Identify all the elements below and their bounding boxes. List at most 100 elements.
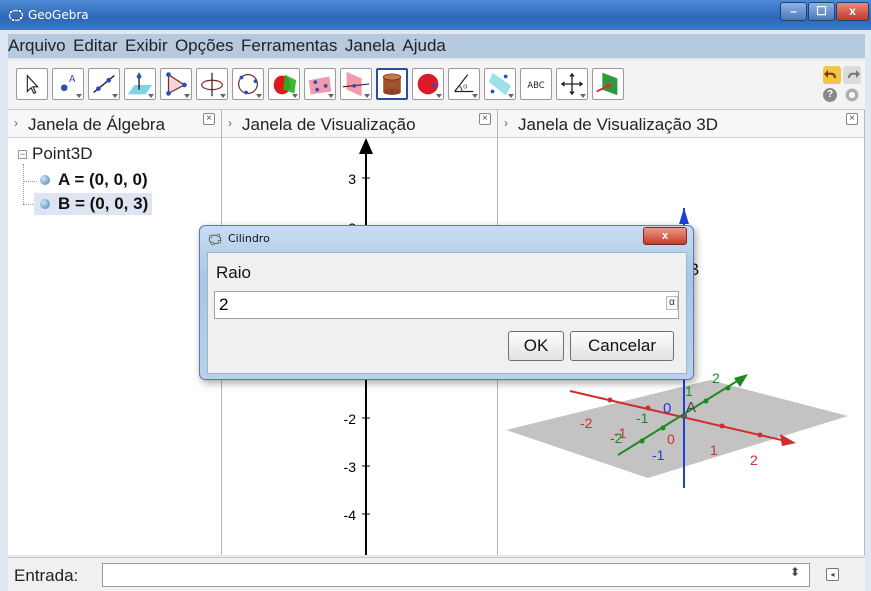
graphics-3d-view-title: Janela de Visualização 3D	[518, 115, 719, 134]
window-title: GeoGebra	[28, 8, 89, 22]
minimize-button[interactable]: –	[780, 2, 807, 21]
dialog-close-button[interactable]: x	[643, 227, 687, 245]
tool-perpendicular[interactable]	[124, 68, 156, 100]
tool-rotate-view[interactable]	[592, 68, 624, 100]
folder-label: Point3D	[32, 144, 93, 163]
redo-icon[interactable]	[843, 66, 861, 84]
close-icon[interactable]: ×	[203, 113, 215, 125]
y-tick-point	[639, 438, 645, 444]
help-icon[interactable]: ?	[823, 88, 837, 102]
move-arrow-icon	[26, 74, 39, 95]
x-tick-point	[757, 432, 763, 438]
x-tick-point	[607, 397, 613, 403]
window-close-button[interactable]: x	[836, 2, 869, 21]
geogebra-logo-icon	[8, 9, 24, 22]
tool-point[interactable]: A	[52, 68, 84, 100]
input-help-icon[interactable]: ◂	[826, 568, 839, 581]
tool-move[interactable]	[16, 68, 48, 100]
y-tick-label: 1	[685, 383, 693, 399]
tool-plane[interactable]	[340, 68, 372, 100]
x-tick-label: 0	[667, 431, 675, 447]
x-axis-arrow-icon	[780, 434, 796, 446]
y-tick-label: -2	[610, 430, 623, 446]
dialog-title: Cilindro	[228, 232, 270, 245]
graphics-view-title: Janela de Visualização	[242, 115, 416, 134]
y-tick-point	[703, 398, 709, 404]
radius-input[interactable]: 2	[214, 291, 679, 319]
cylinder-dialog: Cilindro x Raio 2 α OK Cancelar	[199, 225, 694, 380]
input-history-icon[interactable]: ⬍	[790, 565, 800, 579]
y-axis-arrow-icon	[734, 374, 748, 387]
menu-bar: Arquivo Editar Exibir Opções Ferramentas…	[8, 34, 865, 58]
text-icon: ABC	[527, 80, 544, 90]
chevron-right-icon: ›	[14, 116, 18, 130]
menu-exibir[interactable]: Exibir	[125, 34, 171, 58]
svg-text:ABC: ABC	[527, 80, 544, 90]
menu-editar[interactable]: Editar	[73, 34, 120, 58]
menu-ajuda[interactable]: Ajuda	[402, 34, 448, 58]
y-tick-point	[725, 385, 731, 391]
tool-circle-axis[interactable]	[196, 68, 228, 100]
tool-polygon[interactable]	[160, 68, 192, 100]
algebra-item-point-b[interactable]: B = (0, 0, 3)	[34, 193, 153, 215]
tool-circle-three-points[interactable]	[232, 68, 264, 100]
algebra-view-header[interactable]: › Janela de Álgebra ×	[8, 110, 221, 138]
y-tick-label: 3	[348, 171, 356, 187]
window-titlebar[interactable]: GeoGebra – ☐ x	[0, 0, 871, 30]
visibility-toggle-icon[interactable]	[40, 175, 50, 185]
z-tick-label: -1	[652, 447, 665, 463]
menu-ferramentas[interactable]: Ferramentas	[241, 34, 340, 58]
settings-gear-icon[interactable]	[845, 88, 859, 102]
chevron-right-icon: ›	[228, 116, 232, 130]
x-tick-label: 1	[710, 442, 718, 458]
algebra-item-label: A = (0, 0, 0)	[58, 170, 148, 189]
tool-move-view[interactable]	[556, 68, 588, 100]
y-tick-point	[660, 425, 666, 431]
dialog-body: Raio 2 α OK Cancelar	[207, 252, 687, 374]
y-tick-label: 2	[712, 370, 720, 386]
y-tick-label: -2	[344, 411, 357, 427]
xy-plane	[506, 380, 848, 478]
toolbar: A α ABC ?	[8, 60, 865, 110]
tool-sphere[interactable]	[412, 68, 444, 100]
menu-arquivo[interactable]: Arquivo	[8, 34, 69, 58]
z-axis-arrow-icon	[679, 208, 689, 224]
algebra-folder-point3d[interactable]: − Point3D	[18, 144, 92, 164]
tool-cylinder[interactable]	[376, 68, 408, 100]
menu-opcoes[interactable]: Opções	[175, 34, 237, 58]
cancel-button[interactable]: Cancelar	[570, 331, 674, 361]
tool-text[interactable]: ABC	[520, 68, 552, 100]
cylinder-icon	[382, 73, 402, 95]
input-bar: Entrada: ⬍ ◂	[8, 557, 865, 591]
graphics-3d-view-header[interactable]: › Janela de Visualização 3D ×	[498, 110, 864, 138]
tool-intersect-surfaces[interactable]	[268, 68, 300, 100]
x-tick-point	[719, 423, 725, 429]
command-input[interactable]	[102, 563, 810, 587]
symbol-keyboard-button[interactable]: α	[666, 296, 678, 310]
x-tick-label: 2	[750, 452, 758, 468]
algebra-view-title: Janela de Álgebra	[28, 115, 166, 134]
y-tick-label: -1	[636, 410, 649, 426]
tool-line[interactable]	[88, 68, 120, 100]
y-tick-label: -3	[344, 459, 357, 475]
close-icon[interactable]: ×	[479, 113, 491, 125]
close-icon[interactable]: ×	[846, 113, 858, 125]
rotate-view-icon	[596, 72, 618, 96]
ok-button[interactable]: OK	[508, 331, 564, 361]
tool-reflect[interactable]	[484, 68, 516, 100]
radius-label: Raio	[216, 263, 251, 282]
y-tick-label: -4	[344, 507, 357, 523]
x-tick-label: -2	[580, 415, 593, 431]
y-axis-arrow-icon	[359, 138, 373, 154]
maximize-button[interactable]: ☐	[808, 2, 835, 21]
algebra-item-point-a[interactable]: A = (0, 0, 0)	[34, 169, 152, 191]
undo-icon[interactable]	[823, 66, 841, 84]
graphics-view-header[interactable]: › Janela de Visualização ×	[222, 110, 497, 138]
collapse-icon[interactable]: −	[18, 150, 27, 159]
geogebra-logo-icon	[208, 233, 222, 245]
menu-janela[interactable]: Janela	[345, 34, 398, 58]
visibility-toggle-icon[interactable]	[40, 199, 50, 209]
tool-angle[interactable]: α	[448, 68, 480, 100]
svg-text:A: A	[69, 74, 76, 85]
tool-plane-three-points[interactable]	[304, 68, 336, 100]
